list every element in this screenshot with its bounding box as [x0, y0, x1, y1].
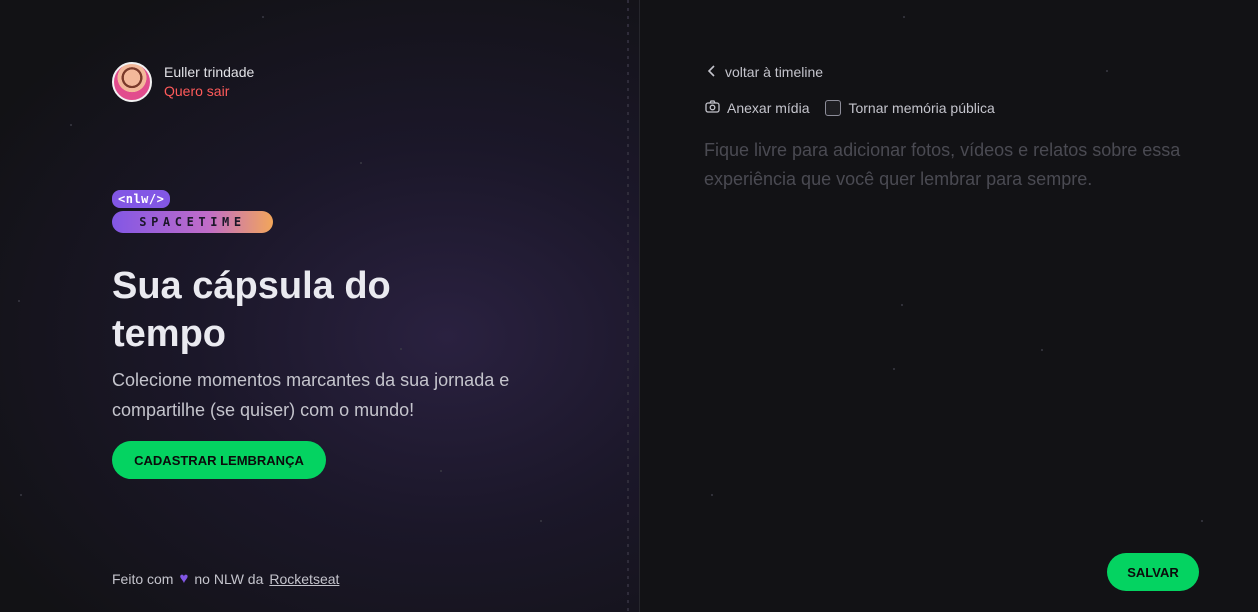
star-dot — [262, 16, 264, 18]
public-memory-option: Tornar memória pública — [825, 100, 995, 116]
public-memory-label: Tornar memória pública — [848, 100, 995, 116]
attach-media-label: Anexar mídia — [727, 100, 810, 116]
rocketseat-link[interactable]: Rocketseat — [269, 571, 339, 587]
nlw-spacetime-logo: <nlw/> SPACETIME — [112, 190, 273, 233]
save-button[interactable]: SALVAR — [1107, 553, 1199, 591]
star-dot — [440, 470, 442, 472]
chevron-left-icon — [707, 64, 717, 80]
stripe-divider — [627, 0, 629, 612]
memory-content-input[interactable] — [704, 136, 1204, 516]
user-name: Euller trindade — [164, 64, 255, 80]
back-label: voltar à timeline — [725, 64, 824, 80]
star-dot — [1201, 520, 1203, 522]
hero-title: Sua cápsula do tempo — [112, 265, 391, 355]
footer-middle: no NLW da — [194, 570, 264, 587]
hero-subtitle: Colecione momentos marcantes da sua jorn… — [112, 370, 510, 420]
back-to-timeline-link[interactable]: voltar à timeline — [707, 64, 823, 80]
avatar — [112, 62, 152, 102]
attach-media-button[interactable]: Anexar mídia — [705, 100, 809, 116]
star-dot — [18, 300, 20, 302]
star-dot — [1106, 70, 1108, 72]
public-memory-checkbox[interactable] — [825, 100, 842, 116]
star-dot — [360, 162, 362, 164]
logo-spacetime: SPACETIME — [112, 211, 273, 233]
footer: Feito com ♥ no NLW da Rocketseat — [112, 570, 339, 587]
memory-options: Anexar mídia Tornar memória pública — [705, 100, 995, 116]
star-dot — [540, 520, 542, 522]
star-dot — [20, 494, 22, 496]
left-panel: Euller trindade Quero sair <nlw/> SPACET… — [0, 0, 640, 612]
register-memory-button[interactable]: CADASTRAR LEMBRANÇA — [112, 441, 326, 479]
heart-icon: ♥ — [179, 570, 189, 587]
editor-panel: voltar à timeline Anexar mídia Tornar me… — [641, 0, 1258, 612]
star-dot — [70, 124, 72, 126]
star-dot — [903, 16, 905, 18]
logout-link[interactable]: Quero sair — [164, 82, 254, 101]
camera-icon — [705, 100, 720, 116]
user-info: Euller trindade Quero sair — [112, 62, 254, 102]
footer-prefix: Feito com — [112, 570, 174, 587]
logo-nlw: <nlw/> — [112, 190, 171, 208]
